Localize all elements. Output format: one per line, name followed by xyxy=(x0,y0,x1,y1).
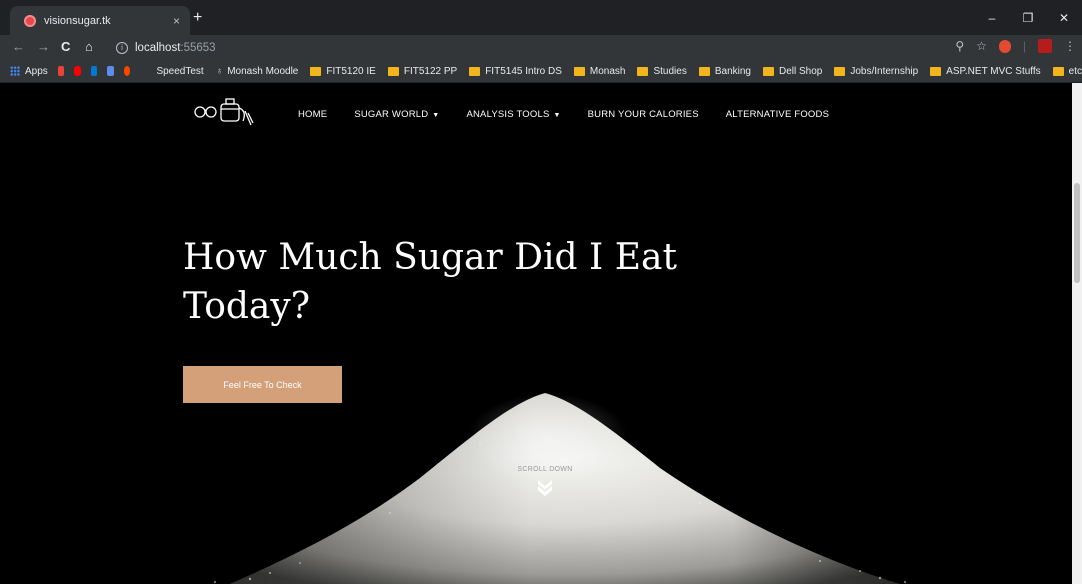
bookmark-label: Studies xyxy=(653,65,687,77)
nav-alternative-foods[interactable]: ALTERNATIVE FOODS xyxy=(726,109,829,120)
browser-tab[interactable]: visionsugar.tk × xyxy=(10,6,190,35)
address-bar[interactable]: i localhost:55653 xyxy=(110,38,960,57)
folder-icon xyxy=(637,66,649,76)
minimize-button[interactable]: – xyxy=(974,0,1010,35)
caret-down-icon: ▼ xyxy=(432,112,440,119)
gmail-icon[interactable] xyxy=(57,66,65,76)
bookmark-folder[interactable]: FIT5122 PP xyxy=(387,65,458,77)
extension-icon[interactable] xyxy=(1038,39,1052,53)
bookmark-label: Monash Moodle xyxy=(227,65,299,77)
nav-sugar-world[interactable]: SUGAR WORLD ▼ xyxy=(354,109,439,120)
menu-kebab-icon[interactable]: ⋮ xyxy=(1064,39,1076,53)
info-icon[interactable]: i xyxy=(116,41,128,54)
home-icon[interactable]: ⌂ xyxy=(85,39,93,55)
reload-icon[interactable]: C xyxy=(61,39,70,55)
nav-label: ANALYSIS TOOLS xyxy=(466,109,550,120)
toolbar-actions: ⚲ ☆ | ⋮ xyxy=(955,39,1076,53)
bookmark-folder[interactable]: etc xyxy=(1052,65,1082,77)
window-controls: – ❐ ✕ xyxy=(974,0,1082,35)
back-arrow-icon[interactable]: ← xyxy=(12,39,25,55)
bookmark-label: Dell Shop xyxy=(778,65,823,77)
bookmark-speedtest[interactable]: SpeedTest xyxy=(156,66,203,77)
bookmark-folder[interactable]: ASP.NET MVC Stuffs xyxy=(930,65,1041,77)
bookmark-folder[interactable]: FIT5145 Intro DS xyxy=(469,66,562,77)
url-port: :55653 xyxy=(180,41,216,54)
bookmark-label: SpeedTest xyxy=(156,65,204,77)
nav-analysis-tools[interactable]: ANALYSIS TOOLS ▼ xyxy=(466,109,560,120)
reddit-icon[interactable] xyxy=(123,66,131,76)
page-viewport: HOME SUGAR WORLD ▼ ANALYSIS TOOLS ▼ BURN Y… xyxy=(0,83,1072,584)
bookmark-label: etc xyxy=(1068,65,1082,77)
scroll-down-label[interactable]: SCROLL DOWN xyxy=(510,466,580,473)
hero-title: How Much Sugar Did I Eat Today? xyxy=(183,237,677,327)
nav-home[interactable]: HOME xyxy=(298,109,327,120)
bookmark-star-icon[interactable]: ☆ xyxy=(976,39,987,53)
bookmark-folder[interactable]: Banking xyxy=(698,65,751,77)
bookmark-label: FIT5122 PP xyxy=(403,65,458,77)
bookmark-moodle[interactable]: ♁ Monash Moodle xyxy=(216,66,299,77)
bookmark-label: ASP.NET MVC Stuffs xyxy=(946,65,1041,77)
bookmark-apps[interactable]: Apps xyxy=(10,66,48,77)
bookmark-label: Monash xyxy=(589,65,626,77)
scrollbar-thumb[interactable] xyxy=(1074,183,1080,283)
restore-button[interactable]: ❐ xyxy=(1010,0,1046,35)
moodle-icon: ♁ xyxy=(215,65,224,77)
nav-label: SUGAR WORLD xyxy=(354,109,429,120)
check-button[interactable]: Feel Free To Check xyxy=(183,366,342,403)
folder-icon xyxy=(762,66,774,76)
site-favicon-icon xyxy=(24,14,36,27)
site-logo-icon[interactable] xyxy=(193,95,259,127)
url-host: localhost xyxy=(135,41,181,54)
folder-icon xyxy=(387,66,399,76)
double-chevron-down-icon[interactable] xyxy=(537,478,553,496)
folder-icon xyxy=(469,66,481,76)
folder-icon xyxy=(573,66,585,76)
bookmark-folder[interactable]: Monash xyxy=(573,65,626,77)
bookmark-folder[interactable]: FIT5120 IE xyxy=(310,65,376,77)
toolbar-divider: | xyxy=(1022,39,1026,53)
folder-icon xyxy=(834,66,846,76)
folder-icon xyxy=(698,66,710,76)
browser-toolbar: ← → C ⌂ i localhost:55653 ⚲ ☆ | ⋮ xyxy=(0,35,1082,60)
caret-down-icon: ▼ xyxy=(553,112,561,119)
folder-icon xyxy=(1052,66,1064,76)
bookmark-label: FIT5145 Intro DS xyxy=(485,65,562,77)
folder-icon xyxy=(930,66,942,76)
new-tab-button[interactable]: + xyxy=(193,9,202,27)
zoom-icon[interactable]: ⚲ xyxy=(955,39,964,53)
extension-opera-icon[interactable] xyxy=(998,39,1011,53)
calendar-icon[interactable] xyxy=(107,66,114,76)
forward-arrow-icon[interactable]: → xyxy=(37,39,50,55)
youtube-icon[interactable] xyxy=(74,66,81,76)
bookmark-folder[interactable]: Jobs/Internship xyxy=(834,66,918,77)
tab-close-icon[interactable]: × xyxy=(173,14,180,28)
bookmark-label: Jobs/Internship xyxy=(850,65,919,77)
bookmark-label: Apps xyxy=(25,65,48,77)
tab-title: visionsugar.tk xyxy=(44,14,111,27)
folder-icon xyxy=(310,66,322,76)
bookmark-folder[interactable]: Dell Shop xyxy=(762,65,823,77)
outlook-icon[interactable] xyxy=(90,66,98,76)
page-scrollbar[interactable] xyxy=(1072,83,1082,584)
nav-burn-calories[interactable]: BURN YOUR CALORIES xyxy=(588,109,699,120)
browser-tabbar: visionsugar.tk × + – ❐ ✕ xyxy=(0,0,1082,35)
apps-grid-icon xyxy=(10,66,20,76)
bookmark-folder[interactable]: Studies xyxy=(637,65,687,77)
url-text: localhost:55653 xyxy=(135,42,216,54)
site-nav: HOME SUGAR WORLD ▼ ANALYSIS TOOLS ▼ BURN Y… xyxy=(298,109,856,120)
bookmark-label: FIT5120 IE xyxy=(326,65,376,77)
close-window-button[interactable]: ✕ xyxy=(1046,0,1082,35)
bookmarks-bar: Apps SpeedTest ♁ Monash Moodle FIT5120 I… xyxy=(0,60,1082,83)
sugar-pile-image xyxy=(214,393,906,584)
bookmark-label: Banking xyxy=(714,65,751,77)
